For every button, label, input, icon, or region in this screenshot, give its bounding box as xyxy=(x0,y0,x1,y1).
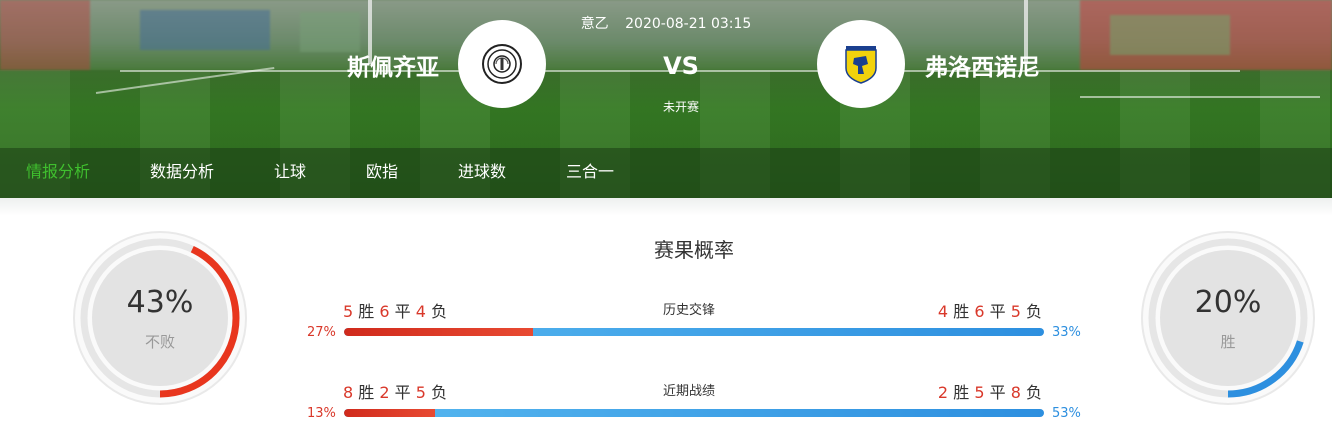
section-divider xyxy=(0,198,1332,216)
tab-three-in-one[interactable]: 三合一 xyxy=(566,148,614,198)
home-h2h-percent: 27% xyxy=(307,325,336,340)
match-status: 未开赛 xyxy=(662,100,699,114)
h2h-home-fill xyxy=(344,328,533,336)
away-team-name[interactable]: 弗洛西诺尼 xyxy=(925,48,1040,82)
away-h2h-record: 4 胜 6 平 5 负 xyxy=(937,302,1042,321)
home-h2h-record: 5 胜 6 平 4 负 xyxy=(343,302,448,321)
tab-european-odds[interactable]: 欧指 xyxy=(366,148,398,198)
analysis-tab-bar: 情报分析 数据分析 让球 欧指 进球数 三合一 xyxy=(0,148,1332,198)
away-team-logo[interactable] xyxy=(817,20,905,108)
frosinone-crest-icon xyxy=(845,46,877,84)
away-h2h-percent: 33% xyxy=(1052,325,1081,340)
away-recent-record: 2 胜 5 平 8 负 xyxy=(937,383,1042,402)
recent-home-fill xyxy=(344,409,435,417)
away-recent-percent: 53% xyxy=(1052,406,1081,421)
tab-intel-analysis[interactable]: 情报分析 xyxy=(26,148,90,198)
home-gauge-label: 不败 xyxy=(144,333,175,351)
home-recent-percent: 13% xyxy=(307,406,336,421)
tab-handicap[interactable]: 让球 xyxy=(274,148,306,198)
h2h-progress-bar xyxy=(344,328,1044,336)
vs-label: VS xyxy=(663,52,699,80)
league-name: 意乙 xyxy=(580,16,609,32)
match-datetime: 2020-08-21 03:15 xyxy=(625,16,752,32)
tab-data-analysis[interactable]: 数据分析 xyxy=(150,148,214,198)
league-datetime: 意乙 2020-08-21 03:15 xyxy=(0,13,1332,33)
recent-progress-bar xyxy=(344,409,1044,417)
head-to-head-title: 历史交锋 xyxy=(662,303,715,318)
away-gauge-label: 胜 xyxy=(1220,333,1236,351)
recent-form-title: 近期战绩 xyxy=(662,384,715,399)
tab-goals[interactable]: 进球数 xyxy=(458,148,506,198)
home-recent-record: 8 胜 2 平 5 负 xyxy=(343,383,448,402)
match-header: 意乙 2020-08-21 03:15 斯佩齐亚 VS 未开赛 弗洛西诺尼 情报… xyxy=(0,0,1332,198)
